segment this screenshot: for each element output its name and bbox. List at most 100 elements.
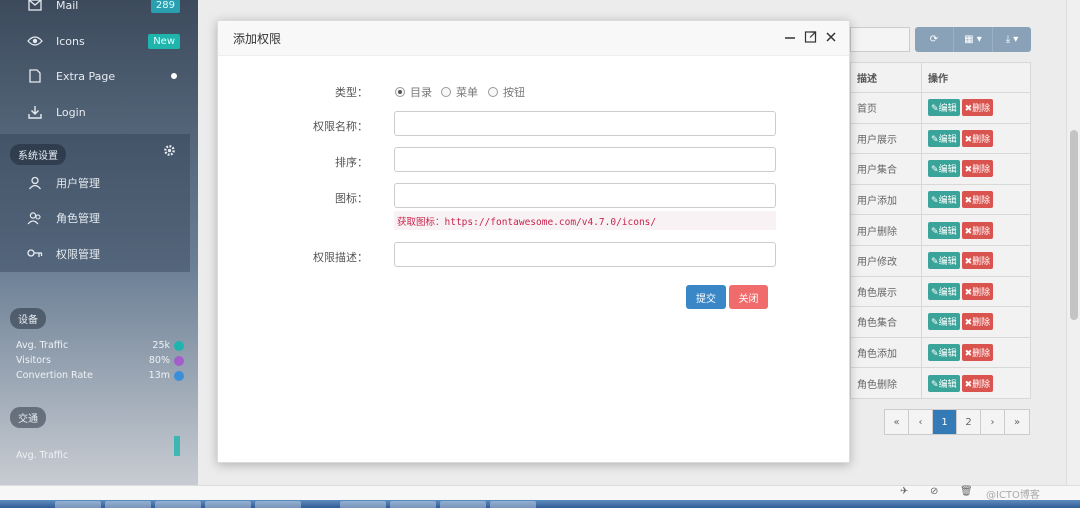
tray-icon[interactable]: ✈ <box>900 486 908 497</box>
row-description: 用户修改 <box>849 244 923 277</box>
row-actions: ✎编辑 ✖删除 <box>921 214 1031 246</box>
type-label: 类型： <box>335 86 368 99</box>
stat-visitors: Visitors 80% <box>16 355 184 366</box>
pagination-item[interactable]: « <box>885 410 909 434</box>
table-search-input[interactable] <box>850 27 910 52</box>
edit-button[interactable]: ✎编辑 <box>928 282 960 300</box>
edit-button[interactable]: ✎编辑 <box>928 252 960 270</box>
type-radio-directory[interactable]: 目录 <box>395 84 432 100</box>
delete-button[interactable]: ✖删除 <box>961 313 994 331</box>
edit-button[interactable]: ✎编辑 <box>928 344 960 362</box>
delete-button[interactable]: ✖删除 <box>961 160 994 178</box>
row-actions: ✎编辑 ✖删除 <box>921 244 1031 277</box>
delete-label: 删除 <box>972 104 991 115</box>
permission-description-input[interactable] <box>394 242 776 267</box>
delete-button[interactable]: ✖删除 <box>961 221 994 239</box>
sidebar-item-role-management[interactable]: 角色管理 <box>0 201 190 235</box>
sidebar-item-mail[interactable]: Mail 289 <box>0 0 190 22</box>
pagination-item[interactable]: › <box>981 410 1005 434</box>
desc-label: 权限描述： <box>313 251 368 264</box>
settings-section: 系统设置 用户管理 角色管理 权限管理 <box>0 134 190 272</box>
row-description: 用户集合 <box>849 153 923 185</box>
radio-label: 目录 <box>410 86 432 99</box>
close-icon[interactable] <box>825 30 837 48</box>
table-toolbar: ⟳ ▦ ▾ ⤓ ▾ <box>915 27 1031 52</box>
close-button[interactable]: 关闭 <box>729 285 768 309</box>
delete-icon: ✖ <box>964 165 973 176</box>
taskbar-button[interactable] <box>340 501 386 508</box>
submit-button[interactable]: 提交 <box>686 285 726 309</box>
stat-value: 80% <box>148 355 170 366</box>
sidebar-item-login[interactable]: Login <box>0 95 190 129</box>
sidebar-item-permission-management[interactable]: 权限管理 <box>0 237 190 271</box>
trash-icon[interactable]: 🗑 <box>960 486 973 497</box>
taskbar-button[interactable] <box>440 501 486 508</box>
pagination-item[interactable]: 1 <box>933 410 957 434</box>
row-actions: ✎编辑 ✖删除 <box>921 183 1031 216</box>
sidebar-item-extra-page[interactable]: Extra Page <box>0 59 190 93</box>
taskbar-button[interactable] <box>205 501 251 508</box>
delete-icon: ✖ <box>964 134 973 145</box>
sidebar-item-icons[interactable]: Icons New <box>0 24 190 58</box>
radio-label: 按钮 <box>503 86 525 99</box>
refresh-icon[interactable]: ⟳ <box>915 27 954 52</box>
icon-hint[interactable]: 获取图标：https://fontawesome.com/v4.7.0/icon… <box>394 211 776 230</box>
edit-label: 编辑 <box>938 287 957 298</box>
edit-icon: ✎ <box>931 196 939 207</box>
edit-label: 编辑 <box>938 349 957 360</box>
order-label: 排序： <box>335 156 368 169</box>
taskbar-button[interactable] <box>155 501 201 508</box>
edit-label: 编辑 <box>938 318 957 329</box>
type-radio-menu[interactable]: 菜单 <box>441 84 478 100</box>
edit-button[interactable]: ✎编辑 <box>928 313 960 331</box>
pagination-item[interactable]: ‹ <box>909 410 933 434</box>
edit-button[interactable]: ✎编辑 <box>928 221 960 239</box>
taskbar-button[interactable] <box>390 501 436 508</box>
taskbar-button[interactable] <box>55 501 101 508</box>
edit-button[interactable]: ✎编辑 <box>928 129 960 147</box>
radio-icon[interactable] <box>488 87 498 97</box>
delete-icon: ✖ <box>964 287 973 298</box>
delete-button[interactable]: ✖删除 <box>961 191 994 209</box>
row-description: 用户删除 <box>849 214 923 246</box>
minimize-icon[interactable] <box>784 30 796 48</box>
delete-button[interactable]: ✖删除 <box>961 99 994 117</box>
pagination-item[interactable]: » <box>1005 410 1029 434</box>
radio-icon[interactable] <box>441 87 451 97</box>
taskbar-button[interactable] <box>105 501 151 508</box>
table-row: 用户集合 ✎编辑 ✖删除 <box>849 153 1031 185</box>
sidebar-item-user-management[interactable]: 用户管理 <box>0 166 190 200</box>
table-row: 用户修改 ✎编辑 ✖删除 <box>849 244 1031 277</box>
export-icon[interactable]: ⤓ ▾ <box>993 27 1031 52</box>
maximize-icon[interactable] <box>804 30 817 48</box>
delete-button[interactable]: ✖删除 <box>961 344 994 362</box>
edit-button[interactable]: ✎编辑 <box>928 99 960 117</box>
edit-button[interactable]: ✎编辑 <box>928 374 960 392</box>
edit-button[interactable]: ✎编辑 <box>928 160 960 178</box>
columns-icon[interactable]: ▦ ▾ <box>954 27 993 52</box>
radio-checked-icon[interactable] <box>395 87 405 97</box>
taskbar-button[interactable] <box>490 501 536 508</box>
edit-button[interactable]: ✎编辑 <box>928 191 960 209</box>
tray-icon[interactable]: ⊘ <box>930 486 938 497</box>
taskbar-button[interactable] <box>255 501 301 508</box>
gear-icon[interactable] <box>163 144 176 160</box>
browser-status-bar <box>0 485 1080 500</box>
icon-input[interactable] <box>394 183 776 208</box>
delete-label: 删除 <box>972 349 991 360</box>
scrollbar-thumb[interactable] <box>1070 130 1078 320</box>
table-row: 角色删除 ✎编辑 ✖删除 <box>849 367 1031 399</box>
sidebar-item-label: 角色管理 <box>56 212 100 225</box>
stat-traffic: Avg. Traffic <box>16 436 184 461</box>
delete-button[interactable]: ✖删除 <box>961 252 994 270</box>
permission-name-input[interactable] <box>394 111 776 136</box>
delete-button[interactable]: ✖删除 <box>961 129 994 147</box>
delete-button[interactable]: ✖删除 <box>961 374 994 392</box>
page-scrollbar[interactable] <box>1066 0 1080 485</box>
pagination-item[interactable]: 2 <box>957 410 981 434</box>
type-radio-button[interactable]: 按钮 <box>488 84 525 100</box>
order-input[interactable] <box>394 147 776 172</box>
row-actions: ✎编辑 ✖删除 <box>921 336 1031 369</box>
delete-button[interactable]: ✖删除 <box>961 282 994 300</box>
column-header[interactable]: 描述 <box>849 62 923 93</box>
